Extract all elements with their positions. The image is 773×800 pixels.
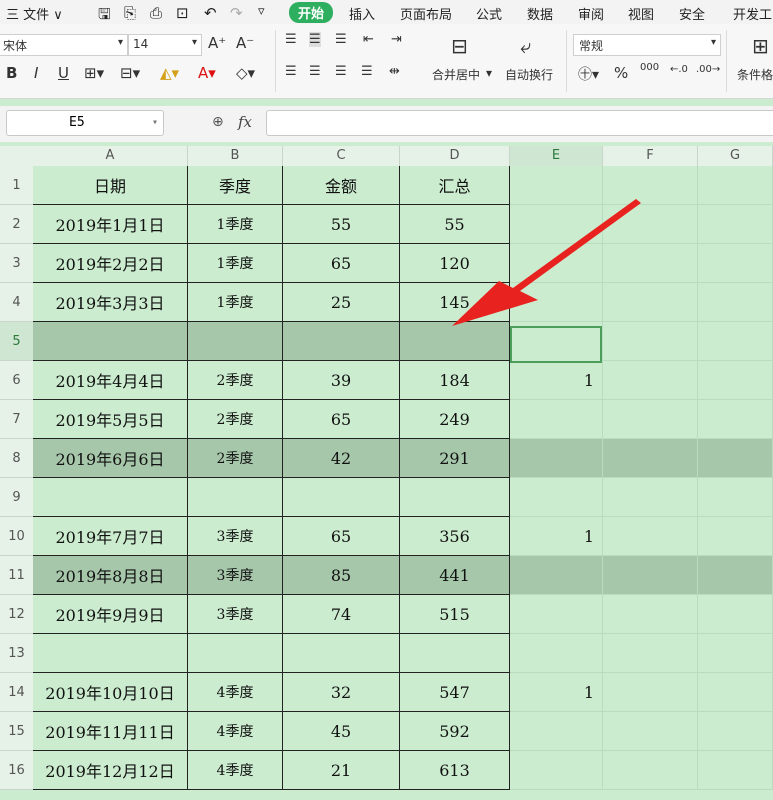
arrow-shape [452,199,641,326]
red-arrow-annotation [452,199,641,326]
